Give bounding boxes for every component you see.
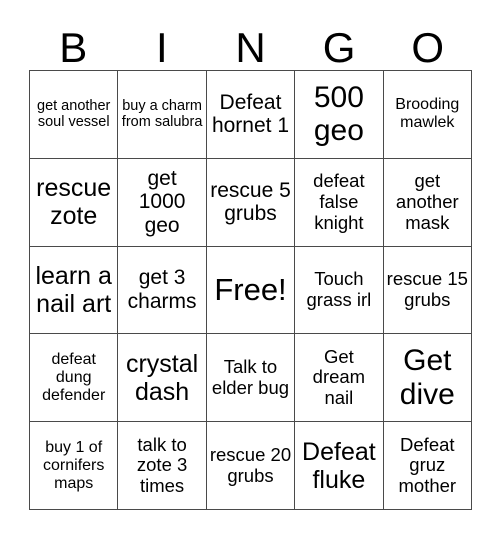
bingo-cell[interactable]: buy a charm from salubra — [118, 71, 207, 159]
bingo-free-cell[interactable]: Free! — [206, 246, 296, 335]
bingo-cell[interactable]: Defeat gruz mother — [383, 422, 472, 510]
bingo-cell[interactable]: defeat false knight — [295, 158, 384, 247]
header-letter-g: G — [322, 24, 356, 71]
header-letter-n: N — [235, 24, 266, 71]
bingo-cell[interactable]: get 3 charms — [118, 246, 207, 335]
bingo-grid: get another soul vessel buy a charm from… — [29, 70, 472, 510]
bingo-cell-label: Touch grass irl — [306, 268, 372, 310]
bingo-cell[interactable]: rescue 20 grubs — [206, 422, 296, 510]
bingo-cell-label: rescue 20 grubs — [209, 443, 292, 486]
bingo-cell[interactable]: 500 geo — [295, 71, 384, 159]
bingo-cell[interactable]: Get dive — [383, 334, 472, 423]
bingo-cell-label: buy a charm from salubra — [121, 98, 203, 131]
bingo-cell[interactable]: crystal dash — [118, 334, 207, 423]
bingo-header-row: B I N G O — [29, 14, 472, 70]
header-letter-i: I — [156, 24, 168, 71]
bingo-cell[interactable]: get 1000 geo — [118, 158, 207, 247]
bingo-cell[interactable]: talk to zote 3 times — [118, 422, 207, 510]
bingo-cell[interactable]: Talk to elder bug — [206, 334, 296, 423]
bingo-cell-label: get another mask — [395, 170, 459, 233]
header-letter-b: B — [59, 24, 88, 71]
bingo-cell[interactable]: buy 1 of cornifers maps — [30, 422, 119, 510]
bingo-cell-label: get 1000 geo — [138, 166, 186, 237]
bingo-cell[interactable]: Get dream nail — [295, 334, 384, 423]
bingo-cell-label: defeat false knight — [313, 170, 365, 233]
bingo-cell[interactable]: defeat dung defender — [30, 334, 119, 423]
bingo-cell-label: rescue 5 grubs — [210, 178, 291, 226]
bingo-cell-label: defeat dung defender — [42, 350, 106, 404]
bingo-cell[interactable]: learn a nail art — [30, 246, 119, 335]
bingo-free-label: Free! — [214, 271, 287, 307]
bingo-cell[interactable]: rescue 5 grubs — [206, 158, 296, 247]
bingo-cell-label: buy 1 of cornifers maps — [43, 438, 105, 492]
bingo-cell-label: rescue zote — [36, 174, 112, 231]
bingo-cell-label: get another soul vessel — [37, 98, 111, 131]
bingo-cell[interactable]: get another soul vessel — [30, 71, 119, 159]
bingo-cell-label: rescue 15 grubs — [386, 268, 468, 310]
bingo-cell-label: Defeat gruz mother — [398, 433, 457, 496]
bingo-cell-label: learn a nail art — [35, 261, 112, 318]
bingo-card: B I N G O get another soul vessel buy a … — [0, 0, 500, 544]
bingo-cell[interactable]: Defeat hornet 1 — [206, 71, 296, 159]
bingo-cell[interactable]: rescue zote — [30, 158, 119, 247]
bingo-cell[interactable]: Touch grass irl — [295, 246, 384, 335]
bingo-cell-label: crystal dash — [125, 349, 199, 406]
bingo-cell[interactable]: get another mask — [383, 158, 472, 247]
bingo-cell-label: talk to zote 3 times — [136, 433, 188, 496]
bingo-cell-label: Defeat fluke — [302, 437, 376, 494]
bingo-cell[interactable]: rescue 15 grubs — [383, 246, 472, 335]
bingo-cell-label: Get dive — [399, 344, 455, 411]
bingo-cell-label: Get dream nail — [312, 345, 366, 409]
bingo-cell-label: 500 geo — [313, 80, 364, 148]
bingo-cell-label: Brooding mawlek — [395, 96, 460, 132]
bingo-cell-label: get 3 charms — [127, 266, 197, 313]
bingo-cell-label: Talk to elder bug — [211, 356, 290, 398]
header-letter-o: O — [411, 24, 445, 71]
bingo-cell-label: Defeat hornet 1 — [211, 90, 290, 138]
bingo-cell[interactable]: Defeat fluke — [295, 422, 384, 510]
bingo-cell[interactable]: Brooding mawlek — [383, 71, 472, 159]
